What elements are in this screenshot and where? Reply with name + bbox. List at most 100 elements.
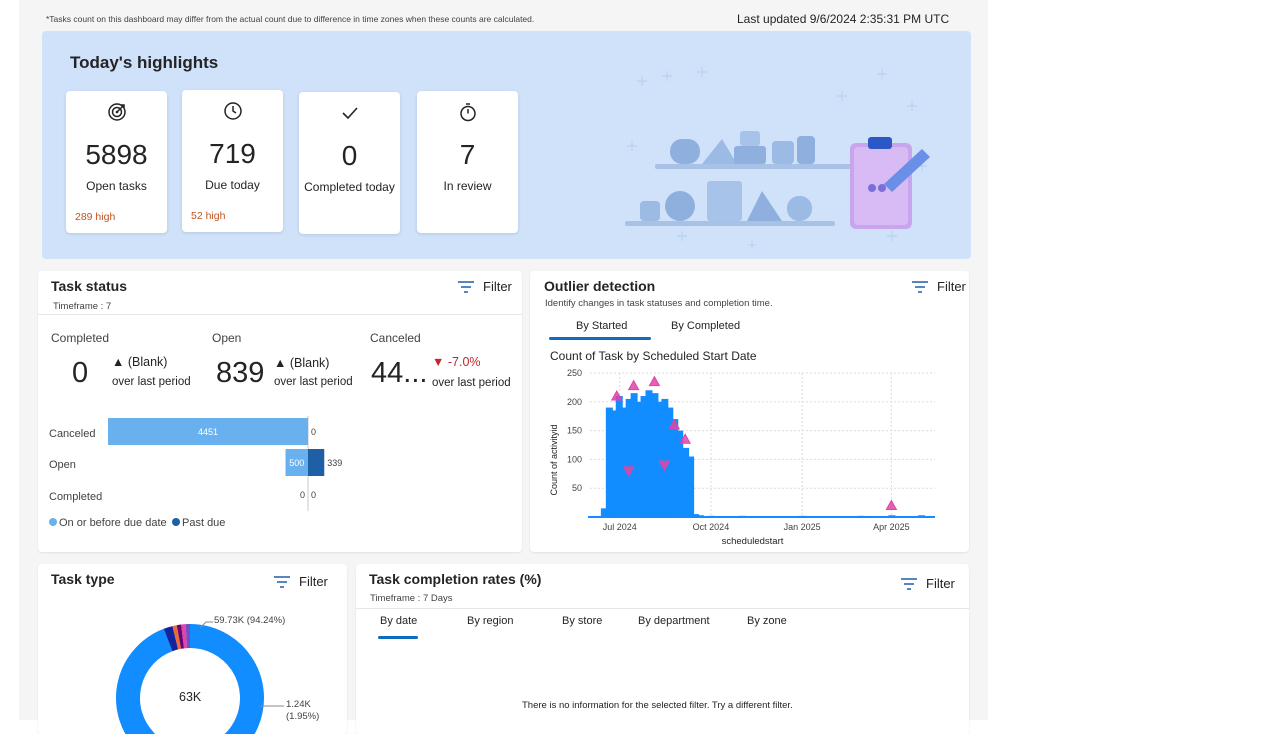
last-updated: Last updated 9/6/2024 2:35:31 PM UTC — [737, 12, 949, 26]
task-status-filter-button[interactable]: Filter — [457, 279, 512, 294]
bar-category-label: Canceled — [49, 428, 95, 440]
bar-category-label: Open — [49, 459, 76, 471]
in-review-value: 7 — [417, 139, 518, 171]
task-status-timeframe: Timeframe : 7 — [53, 301, 111, 312]
completed-today-label: Completed today — [303, 179, 396, 195]
y-axis-title: Count of activityid — [549, 424, 559, 495]
tab-by-date[interactable]: By date — [380, 615, 417, 627]
tab-by-started-underline — [549, 337, 651, 340]
x-axis-title: scheduledstart — [722, 536, 784, 547]
tab-by-region[interactable]: By region — [467, 615, 513, 627]
anomaly-marker — [629, 381, 639, 390]
open-tasks-high: 289 high — [75, 211, 115, 223]
completion-empty-message: There is no information for the selected… — [522, 700, 793, 711]
kpi-open-label: Open — [212, 331, 241, 345]
highlights-banner: Today's highlights 5898 Open tasks 289 h… — [42, 31, 971, 259]
donut-label-main: 59.73K (94.24%) — [214, 615, 285, 626]
y-tick-label: 200 — [567, 397, 582, 407]
legend-on-or-before-marker — [49, 518, 57, 526]
kpi-open-over: over last period — [274, 376, 353, 388]
kpi-open-delta: ▲ (Blank) — [274, 356, 329, 370]
donut-slice-other — [175, 637, 179, 638]
tab-by-completed[interactable]: By Completed — [671, 320, 740, 332]
open-tasks-label: Open tasks — [70, 178, 163, 194]
completed-today-value: 0 — [299, 140, 400, 172]
kpi-completed-delta-value: (Blank) — [128, 355, 168, 369]
legend-past-due-label: Past due — [182, 517, 225, 529]
target-icon — [66, 101, 167, 123]
kpi-completed-delta: ▲ (Blank) — [112, 355, 167, 369]
y-tick-label: 50 — [572, 483, 582, 493]
kpi-completed-label: Completed — [51, 331, 109, 345]
clock-icon — [182, 100, 283, 122]
bar-past-due — [308, 449, 324, 476]
kpi-canceled-label: Canceled — [370, 331, 421, 345]
bar-on-or-before-label: 4451 — [198, 427, 218, 437]
in-review-label: In review — [421, 178, 514, 194]
task-status-divider — [38, 314, 522, 315]
donut-slice-second — [168, 638, 175, 640]
bar-on-or-before-label: 500 — [289, 458, 304, 468]
task-status-bar-chart: Canceled44510Open500339Completed00On or … — [38, 411, 522, 552]
due-today-card[interactable]: 719 Due today 52 high — [182, 90, 283, 232]
filter-icon — [457, 280, 475, 294]
task-type-card: Task type Filter 59.73K (94.24%) 63K 1.2… — [38, 564, 347, 734]
donut-label-second: 1.24K — [286, 699, 311, 710]
kpi-open-delta-value: (Blank) — [290, 356, 330, 370]
up-arrow-icon: ▲ — [112, 355, 124, 369]
bar-on-or-before-label: 0 — [300, 490, 305, 500]
kpi-completed-over: over last period — [112, 376, 191, 388]
tab-by-department[interactable]: By department — [638, 615, 710, 627]
kpi-completed-value: 0 — [72, 357, 88, 390]
kpi-canceled-delta: ▼ -7.0% — [432, 355, 481, 369]
down-arrow-icon: ▼ — [432, 355, 444, 369]
x-tick-label: Apr 2025 — [873, 522, 910, 532]
completion-filter-button[interactable]: Filter — [900, 576, 955, 591]
tab-by-store[interactable]: By store — [562, 615, 602, 627]
open-tasks-value: 5898 — [66, 139, 167, 171]
donut-slice-other — [179, 636, 183, 637]
bar-past-due-label: 0 — [311, 427, 316, 437]
due-today-value: 719 — [182, 138, 283, 170]
tab-by-started[interactable]: By Started — [576, 320, 627, 332]
outlier-chart-title: Count of Task by Scheduled Start Date — [550, 349, 757, 363]
outlier-filter-label: Filter — [937, 279, 966, 294]
chart-bar — [687, 457, 694, 517]
completed-today-card[interactable]: 0 Completed today — [299, 92, 400, 234]
completion-timeframe: Timeframe : 7 Days — [370, 593, 453, 604]
highlights-illustration — [622, 61, 942, 251]
donut-slice-main — [128, 636, 252, 734]
outlier-subtitle: Identify changes in task statuses and co… — [545, 298, 773, 309]
outlier-title: Outlier detection — [544, 278, 655, 294]
task-completion-card: Task completion rates (%) Timeframe : 7 … — [356, 564, 969, 734]
task-status-filter-label: Filter — [483, 279, 512, 294]
donut-center-label: 63K — [179, 690, 201, 704]
in-review-card[interactable]: 7 In review — [417, 91, 518, 233]
anomaly-marker — [649, 377, 659, 386]
y-tick-label: 100 — [567, 454, 582, 464]
tab-by-zone[interactable]: By zone — [747, 615, 787, 627]
task-status-title: Task status — [51, 278, 127, 294]
donut-label-second-pct: (1.95%) — [286, 711, 319, 722]
x-tick-label: Jan 2025 — [784, 522, 821, 532]
completion-filter-label: Filter — [926, 576, 955, 591]
bar-category-label: Completed — [49, 491, 102, 503]
legend-on-or-before-label: On or before due date — [59, 517, 167, 529]
kpi-canceled-value: 44... — [371, 357, 427, 390]
kpi-canceled-over: over last period — [432, 377, 511, 389]
x-tick-label: Jul 2024 — [603, 522, 637, 532]
dashboard: *Tasks count on this dashboard may diffe… — [0, 0, 1280, 720]
y-tick-label: 250 — [567, 368, 582, 378]
anomaly-marker — [886, 500, 896, 509]
anomaly-marker — [612, 391, 622, 400]
outlier-filter-button[interactable]: Filter — [911, 279, 966, 294]
kpi-open-value: 839 — [216, 357, 264, 390]
filter-icon — [911, 280, 929, 294]
bar-past-due-label: 0 — [311, 490, 316, 500]
outlier-chart: 50100150200250Jul 2024Oct 2024Jan 2025Ap… — [530, 363, 969, 552]
timezone-note: *Tasks count on this dashboard may diffe… — [46, 14, 534, 24]
open-tasks-card[interactable]: 5898 Open tasks 289 high — [66, 91, 167, 233]
y-tick-label: 150 — [567, 426, 582, 436]
up-arrow-icon: ▲ — [274, 356, 286, 370]
filter-icon — [900, 577, 918, 591]
